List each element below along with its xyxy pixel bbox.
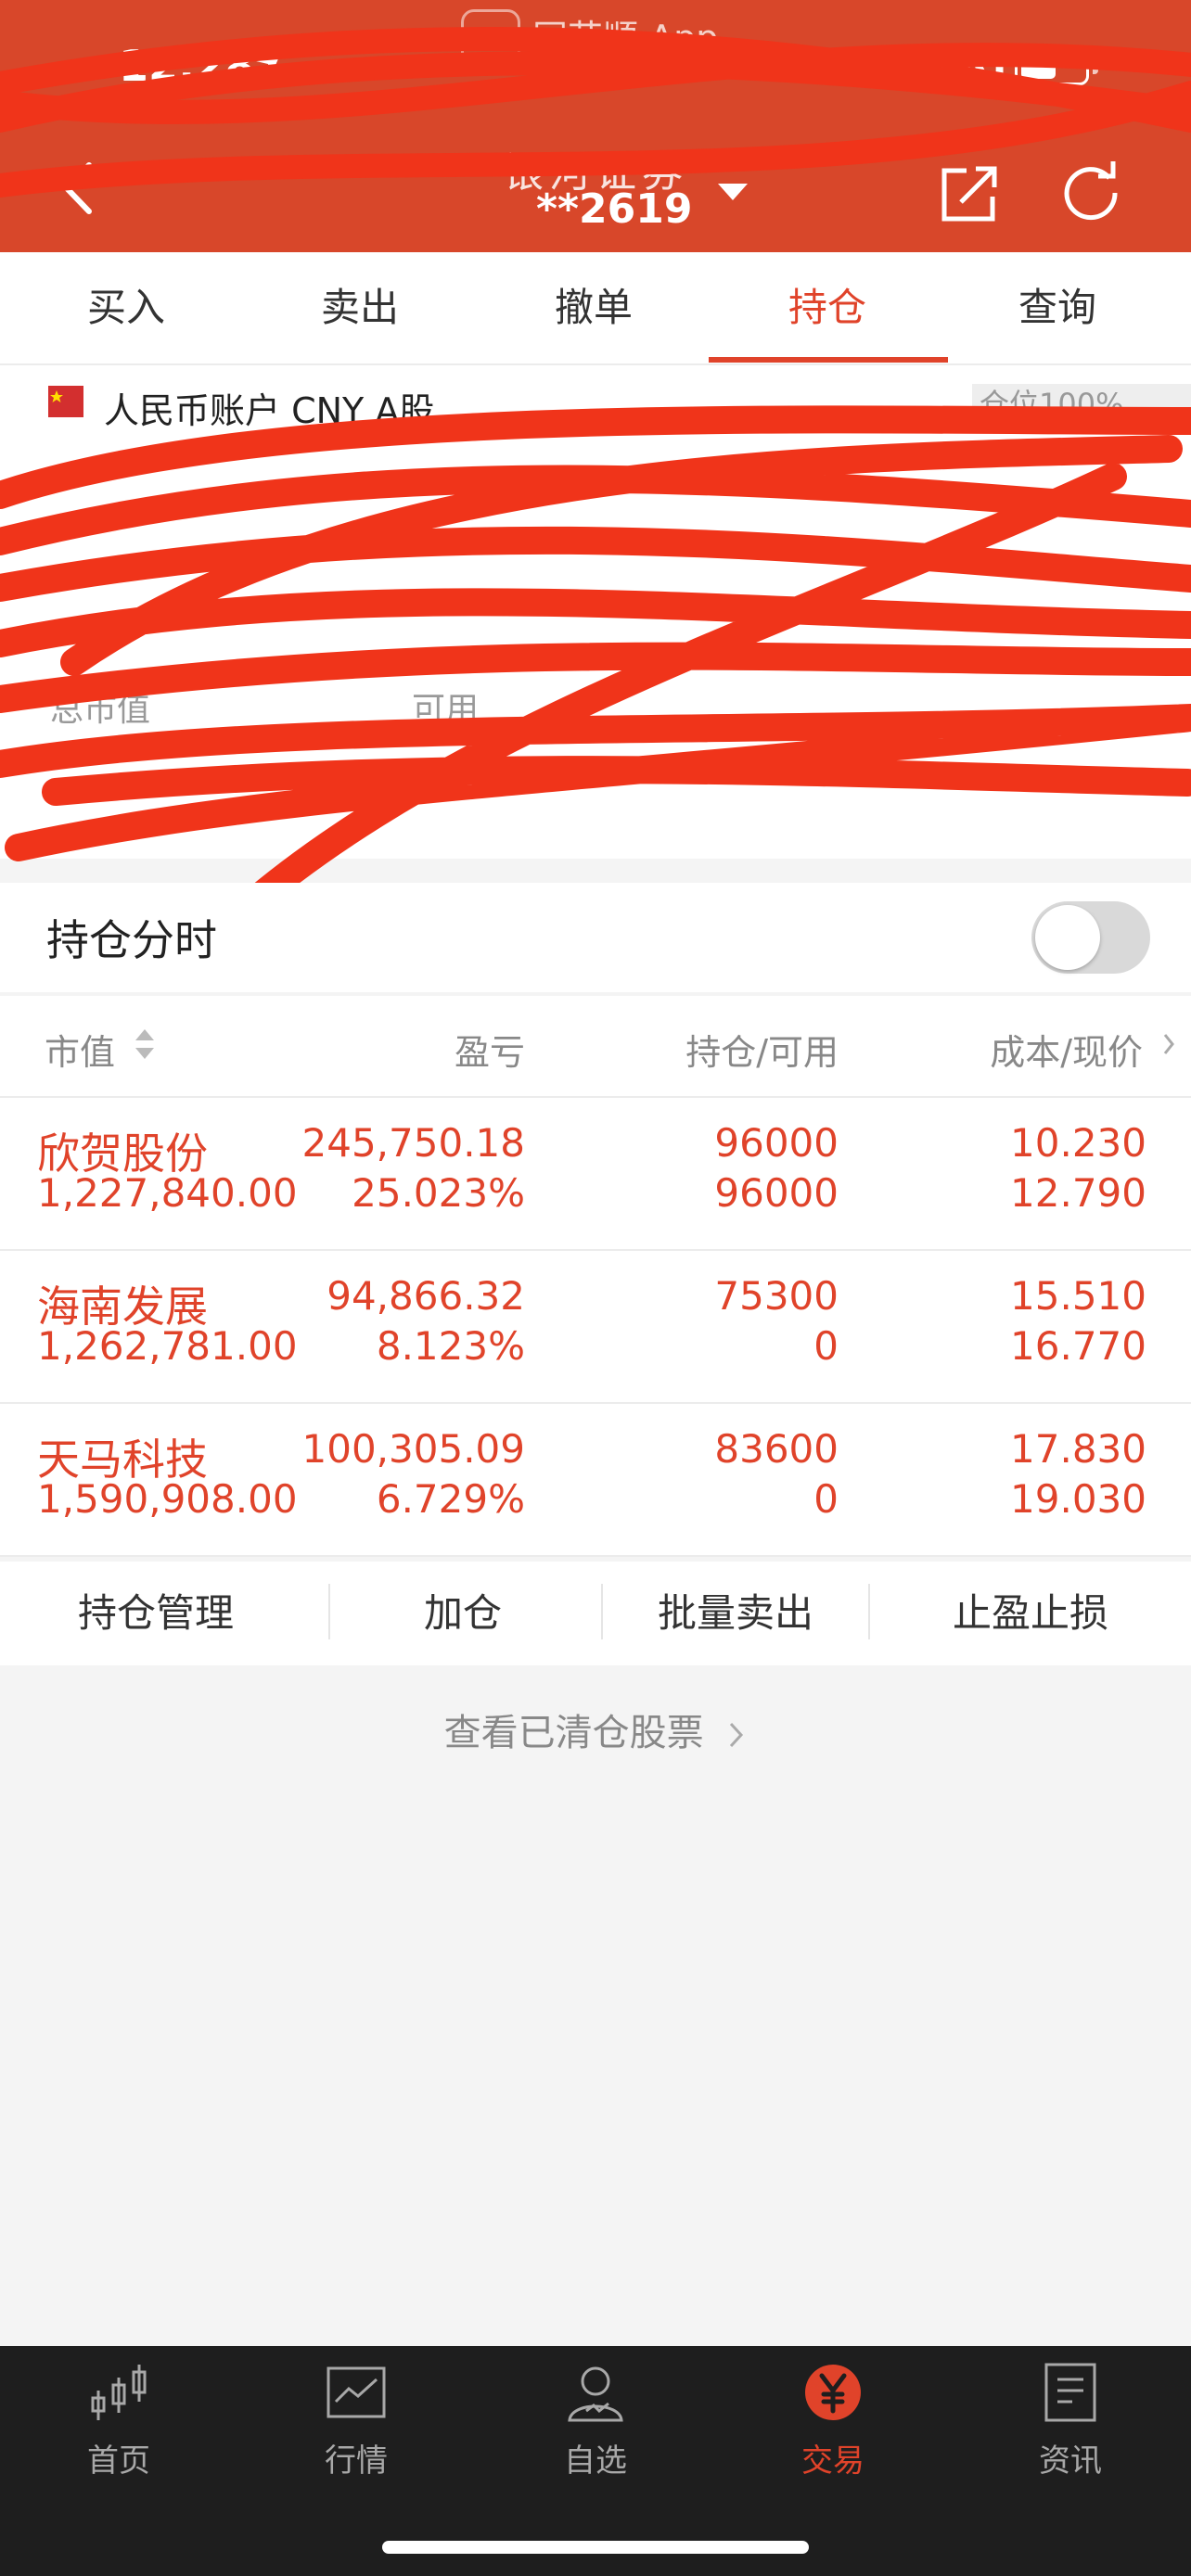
yuan-icon [805, 2365, 861, 2420]
tabbar-watchlist[interactable]: 自选 [521, 2359, 670, 2480]
tabbar-news[interactable]: 资讯 [996, 2359, 1145, 2480]
candlestick-icon [91, 2365, 147, 2420]
chevron-right-icon [730, 1722, 744, 1748]
current-price: 12.790 [1010, 1170, 1146, 1216]
column-cost-price: 成本/现价 [990, 1032, 1143, 1073]
available-qty: 0 [813, 1476, 839, 1522]
take-profit-stop-loss-button[interactable]: 止盈止损 [870, 1562, 1191, 1665]
batch-sell-button[interactable]: 批量卖出 [603, 1562, 868, 1665]
tab-buy[interactable]: 买入 [33, 252, 219, 363]
column-profit-loss: 盈亏 [454, 1032, 525, 1073]
tab-cancel[interactable]: 撤单 [501, 252, 686, 363]
profit-loss: 94,866.32 [327, 1273, 525, 1319]
refresh-button[interactable] [1061, 159, 1122, 221]
table-row[interactable]: 欣贺股份 1,227,840.00 245,750.18 25.023% 960… [0, 1098, 1191, 1251]
table-row[interactable]: 海南发展 1,262,781.00 94,866.32 8.123% 75300… [0, 1251, 1191, 1404]
available-qty: 96000 [714, 1170, 839, 1216]
tabbar-market[interactable]: 行情 [282, 2359, 430, 2480]
holdings-list: 欣贺股份 1,227,840.00 245,750.18 25.023% 960… [0, 1098, 1191, 1557]
profit-loss: 245,750.18 [301, 1120, 525, 1166]
holdings-header: 市值 盈亏 持仓/可用 成本/现价 [0, 996, 1191, 1098]
signal-icon [889, 52, 932, 85]
position-qty: 83600 [714, 1426, 839, 1472]
tabbar-label: 自选 [564, 2442, 627, 2480]
tab-positions[interactable]: 持仓 [735, 252, 920, 363]
tabbar-home[interactable]: 首页 [45, 2359, 193, 2480]
cleared-stocks-link[interactable]: 查看已清仓股票 [0, 1702, 1191, 1756]
location-arrow-icon [256, 50, 282, 76]
status-time: 12:28 [119, 41, 255, 91]
tabbar-label: 交易 [801, 2442, 864, 2480]
tab-query[interactable]: 查询 [965, 252, 1150, 363]
cn-flag-icon [48, 386, 83, 417]
toggle-knob [1035, 905, 1100, 970]
total-market-value-label: 总市值 [50, 691, 151, 729]
active-tab-indicator [709, 357, 948, 363]
network-type: 5G [944, 41, 1006, 88]
current-price: 19.030 [1010, 1476, 1146, 1522]
intraday-label: 持仓分时 [46, 915, 217, 965]
chevron-right-icon[interactable] [1161, 1031, 1176, 1057]
sort-icon[interactable] [134, 1024, 156, 1065]
table-row[interactable]: 天马科技 1,590,908.00 100,305.09 6.729% 8360… [0, 1404, 1191, 1557]
market-value: 1,227,840.00 [37, 1170, 298, 1216]
chart-icon [327, 2366, 386, 2418]
position-qty: 96000 [714, 1120, 839, 1166]
account-type: 人民币账户 CNY A股 [104, 390, 435, 431]
holdings-actions: 持仓管理 加仓 批量卖出 止盈止损 [0, 1562, 1191, 1665]
tab-sell[interactable]: 卖出 [267, 252, 453, 363]
market-value: 1,590,908.00 [37, 1476, 298, 1522]
trade-tabs: 买入 卖出 撤单 持仓 查询 [0, 252, 1191, 365]
position-badge: 仓位100% [972, 384, 1191, 425]
user-icon [568, 2366, 623, 2422]
intraday-toggle[interactable] [1031, 901, 1150, 974]
market-value: 1,262,781.00 [37, 1323, 298, 1369]
profit-loss-ratio: 6.729% [376, 1476, 525, 1522]
document-icon [1044, 2363, 1096, 2422]
current-price: 16.770 [1010, 1323, 1146, 1369]
chevron-down-icon[interactable] [716, 182, 749, 202]
available-label: 可用 [412, 691, 480, 729]
profit-loss-ratio: 8.123% [376, 1323, 525, 1369]
profit-loss-ratio: 25.023% [352, 1170, 525, 1216]
battery-icon [1015, 50, 1089, 85]
tabbar-label: 资讯 [1039, 2442, 1102, 2480]
add-position-button[interactable]: 加仓 [330, 1562, 596, 1665]
cost-price: 15.510 [1010, 1273, 1146, 1319]
home-indicator [382, 2541, 809, 2554]
source-app-name: 同花顺 App [532, 18, 719, 58]
share-button[interactable] [939, 163, 1000, 224]
column-market-value[interactable]: 市值 [45, 1024, 115, 1075]
tabbar-label: 行情 [325, 2442, 388, 2480]
cost-price: 17.830 [1010, 1426, 1146, 1472]
column-position-available: 持仓/可用 [685, 1032, 839, 1073]
manage-positions-button[interactable]: 持仓管理 [0, 1562, 312, 1665]
available-qty: 0 [813, 1323, 839, 1369]
cleared-stocks-label: 查看已清仓股票 [443, 1712, 704, 1754]
account-summary: 人民币账户 CNY A股 仓位100% 总市值 可用 [0, 365, 1191, 859]
app-header: 同花顺 App 12:28 5G 银河证券 **2619 [0, 0, 1191, 252]
intraday-row: 持仓分时 [0, 883, 1191, 992]
source-app-icon [461, 9, 520, 69]
cost-price: 10.230 [1010, 1120, 1146, 1166]
tabbar-label: 首页 [87, 2442, 150, 2480]
account-number[interactable]: **2619 [536, 185, 692, 233]
tabbar-trade[interactable]: 交易 [759, 2359, 907, 2480]
profit-loss: 100,305.09 [301, 1426, 525, 1472]
position-qty: 75300 [714, 1273, 839, 1319]
